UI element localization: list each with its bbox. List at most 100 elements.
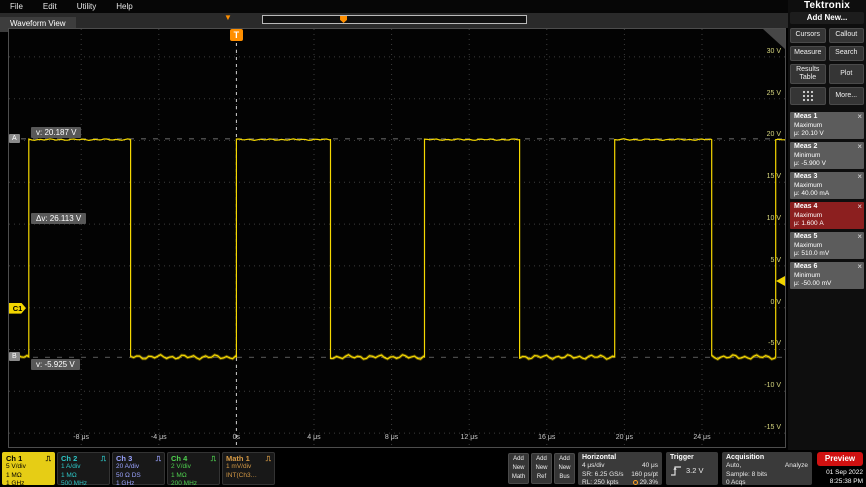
measurement-stat: Maximum: [794, 182, 860, 190]
add-new-label: Bus: [555, 473, 574, 482]
add-new-math-button[interactable]: AddNewMath: [508, 453, 529, 484]
measurement-name: Meas 1: [794, 113, 860, 122]
x-tick-label: 12 μs: [452, 434, 486, 441]
y-tick-label: 15 V: [745, 173, 781, 180]
close-icon[interactable]: ×: [857, 172, 862, 182]
add-new-label: New: [509, 464, 528, 473]
add-new-ref-button[interactable]: AddNewRef: [531, 453, 552, 484]
cursor-b-handle[interactable]: B: [9, 352, 20, 361]
x-tick-label: 20 μs: [607, 434, 641, 441]
acquisition-analyze: Analyze: [785, 462, 808, 470]
record-trigger-marker-icon[interactable]: [340, 16, 347, 23]
plot-button[interactable]: Plot: [829, 64, 865, 84]
add-new-button[interactable]: Add New...: [790, 12, 864, 24]
channel-badge-ch-4[interactable]: Ch 4⎍2 V/div1 MΩ200 MHz: [167, 452, 220, 485]
measurement-value: μ: -5.900 V: [794, 160, 860, 168]
channel-setting: 1 A/div: [61, 463, 106, 471]
channel-setting: 500 MHz: [61, 480, 106, 487]
channel-badge-ch-1[interactable]: Ch 1⎍5 V/div1 MΩ1 GHz: [2, 452, 55, 485]
close-icon[interactable]: ×: [857, 142, 862, 152]
trigger-panel[interactable]: Trigger 3.2 V: [666, 452, 718, 485]
measurement-badge[interactable]: ×Meas 4Maximumμ: 1.600 A: [790, 202, 864, 229]
apps-button[interactable]: [790, 87, 826, 105]
cursor-delta-readout[interactable]: Δv: 26.113 V: [31, 213, 86, 224]
trigger-level-icon[interactable]: [776, 276, 785, 286]
measurement-badge[interactable]: ×Meas 2Minimumμ: -5.900 V: [790, 142, 864, 169]
add-new-label: New: [532, 464, 551, 473]
channel-setting: 1 MΩ: [61, 472, 106, 480]
measurement-badge[interactable]: ×Meas 6Minimumμ: -50.00 mV: [790, 262, 864, 289]
x-tick-label: 16 μs: [530, 434, 564, 441]
acquisition-panel[interactable]: Acquisition Auto, Analyze Sample: 8 bits…: [722, 452, 812, 485]
y-tick-label: 25 V: [745, 90, 781, 97]
channel-setting: 1 MΩ: [171, 472, 216, 480]
cursor-a-handle[interactable]: A: [9, 134, 20, 143]
trigger-position-flag[interactable]: T: [230, 29, 243, 41]
close-icon[interactable]: ×: [857, 112, 862, 122]
channel-badge-ch-2[interactable]: Ch 2⎍1 A/div1 MΩ500 MHz: [57, 452, 110, 485]
bottom-bar: Ch 1⎍5 V/div1 MΩ1 GHzCh 2⎍1 A/div1 MΩ500…: [0, 450, 866, 487]
menu-utility[interactable]: Utility: [77, 2, 97, 11]
close-icon[interactable]: ×: [857, 262, 862, 272]
acquisition-mode: Auto,: [726, 462, 741, 470]
measurement-badge[interactable]: ×Meas 1Maximumμ: 20.10 V: [790, 112, 864, 139]
menu-edit[interactable]: Edit: [43, 2, 57, 11]
measurement-value: μ: 510.0 mV: [794, 250, 860, 258]
waveform-icon: ⎍: [156, 454, 161, 463]
channel-setting: 50 Ω DS: [116, 472, 161, 480]
record-view-bar[interactable]: [262, 15, 527, 24]
cursors-button[interactable]: Cursors: [790, 28, 826, 43]
search-button[interactable]: Search: [829, 46, 865, 61]
measurement-name: Meas 5: [794, 233, 860, 242]
trigger-title: Trigger: [670, 453, 714, 462]
add-new-bus-button[interactable]: AddNewBus: [554, 453, 575, 484]
menu-file[interactable]: File: [10, 2, 23, 11]
callout-button[interactable]: Callout: [829, 28, 865, 43]
acquisition-count: 0 Acqs: [726, 479, 808, 487]
channel-setting: 5 V/div: [6, 463, 51, 471]
expansion-point-icon[interactable]: ▼: [224, 14, 232, 22]
waveform-canvas[interactable]: [9, 29, 785, 447]
measurement-badge[interactable]: ×Meas 3Maximumμ: 40.00 mA: [790, 172, 864, 199]
channel-name: Ch 2: [61, 454, 77, 463]
channel-setting: 200 MHz: [171, 480, 216, 487]
measurement-value: μ: 40.00 mA: [794, 190, 860, 198]
horizontal-window: 40 μs: [631, 462, 658, 470]
menu-help[interactable]: Help: [116, 2, 132, 11]
preview-button[interactable]: Preview: [817, 452, 863, 466]
cursor-b-readout[interactable]: v: -5.925 V: [31, 359, 80, 370]
measurement-badge[interactable]: ×Meas 5Maximumμ: 510.0 mV: [790, 232, 864, 259]
channel-name: Ch 1: [6, 454, 22, 463]
channel-setting: 20 A/div: [116, 463, 161, 471]
results-table-button[interactable]: Results Table: [790, 64, 826, 84]
measurement-list: ×Meas 1Maximumμ: 20.10 V ×Meas 2Minimumμ:…: [790, 112, 864, 289]
more-button[interactable]: More...: [829, 87, 865, 105]
measurement-stat: Maximum: [794, 122, 860, 130]
cursor-a-readout[interactable]: v: 20.187 V: [31, 127, 81, 138]
measurement-stat: Maximum: [794, 242, 860, 250]
datetime[interactable]: 01 Sep 2022 8:25:38 PM: [826, 469, 863, 487]
measure-button[interactable]: Measure: [790, 46, 826, 61]
channel-name: Ch 4: [171, 454, 187, 463]
waveform-icon: ⎍: [266, 454, 271, 463]
measurement-name: Meas 4: [794, 203, 860, 212]
channel-badge-math-1[interactable]: Math 1⎍1 mV/divINT(Ch3…: [222, 452, 275, 485]
horizontal-position: 29.3%: [640, 479, 658, 486]
y-tick-label: 10 V: [745, 215, 781, 222]
horizontal-panel[interactable]: Horizontal 4 μs/div 40 μs SR: 6.25 GS/s …: [578, 452, 662, 485]
y-tick-label: 30 V: [745, 48, 781, 55]
close-icon[interactable]: ×: [857, 202, 862, 212]
waveform-view[interactable]: -8 μs-4 μs0s4 μs8 μs12 μs16 μs20 μs24 μs…: [8, 28, 786, 448]
add-new-label: Ref: [532, 473, 551, 482]
channel-badge-ch-3[interactable]: Ch 3⎍20 A/div50 Ω DS1 GHz: [112, 452, 165, 485]
date-label: 01 Sep 2022: [826, 469, 863, 478]
horizontal-scale: 4 μs/div: [582, 462, 625, 470]
y-tick-label: -10 V: [745, 382, 781, 389]
apps-grid-icon: [802, 90, 814, 102]
measurement-stat: Minimum: [794, 152, 860, 160]
channel-setting: 1 GHz: [116, 480, 161, 487]
x-tick-label: -4 μs: [142, 434, 176, 441]
channel-setting: 1 mV/div: [226, 463, 271, 471]
y-tick-label: 0 V: [745, 299, 781, 306]
close-icon[interactable]: ×: [857, 232, 862, 242]
